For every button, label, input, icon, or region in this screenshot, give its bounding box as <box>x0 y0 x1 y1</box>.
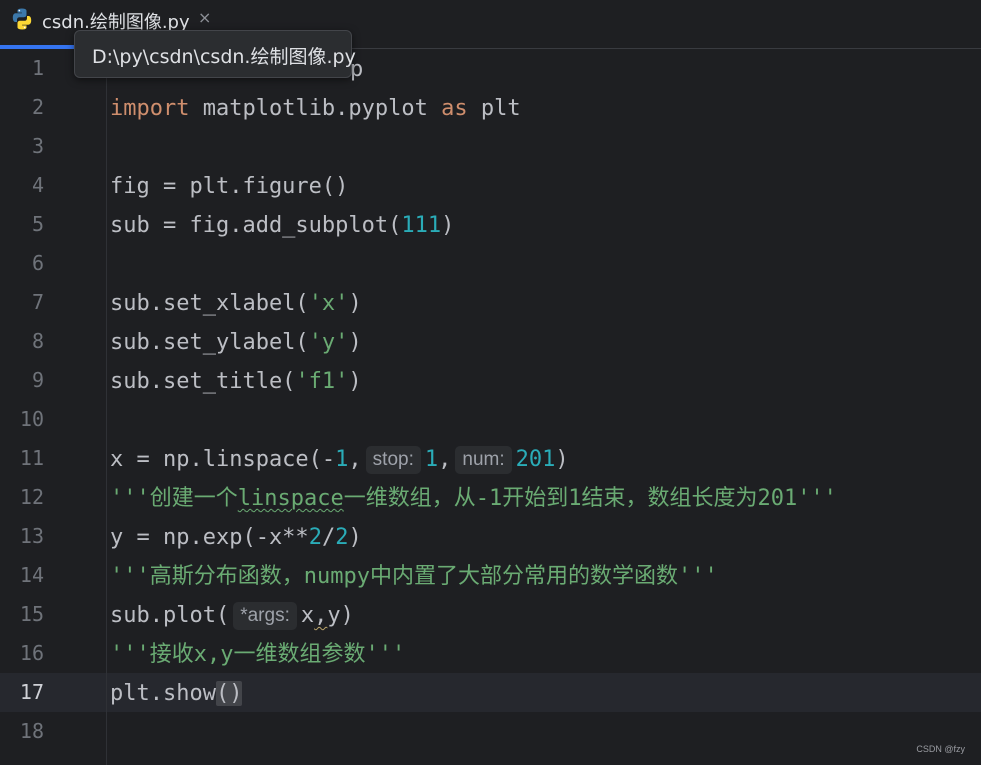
code-line-17[interactable]: plt.show() <box>110 678 243 710</box>
code-text: , <box>438 447 452 472</box>
code-text: ) <box>348 330 362 355</box>
parameter-hint-stop: stop: <box>365 446 421 474</box>
line-number: 4 <box>31 173 44 197</box>
python-file-icon <box>12 8 32 30</box>
line-number: 15 <box>19 602 44 626</box>
string-literal: 'x' <box>308 291 349 316</box>
number-literal: 2 <box>308 525 322 550</box>
code-text: x = np.linspace(- <box>110 447 336 472</box>
number-literal: 201 <box>515 447 556 472</box>
code-text: sub.set_title( <box>110 369 296 394</box>
line-number: 14 <box>19 563 44 587</box>
docstring-text: 一维数组，从-1开始到1结束，数组长度为201''' <box>343 486 837 511</box>
code-line-14[interactable]: '''高斯分布函数，numpy中内置了大部分常用的数学函数''' <box>110 561 718 593</box>
code-text: x <box>300 603 315 628</box>
line-number: 13 <box>19 524 44 548</box>
line-number: 7 <box>31 290 44 314</box>
code-text: plt <box>467 96 521 121</box>
line-number-gutter: 1 2 3 4 5 6 7 8 9 10 11 12 13 14 15 16 1… <box>0 49 100 765</box>
warning-squiggle: , <box>314 603 328 628</box>
close-icon[interactable]: × <box>198 8 211 27</box>
string-literal: 'y' <box>308 330 349 355</box>
code-text: plt.show <box>110 681 216 706</box>
number-literal: 111 <box>401 213 442 238</box>
code-text: sub.plot( <box>110 603 230 628</box>
docstring-text: '''高斯分布函数，numpy中内置了大部分常用的数学函数''' <box>110 564 718 589</box>
line-number: 8 <box>31 329 44 353</box>
keyword: as <box>441 96 468 121</box>
code-text: , <box>348 447 362 472</box>
file-path-tooltip: D:\py\csdn\csdn.绘制图像.py <box>74 30 356 78</box>
parameter-hint-num: num: <box>455 446 512 474</box>
line-number: 1 <box>31 56 44 80</box>
code-text: ) <box>348 525 362 550</box>
string-literal: 'f1' <box>295 369 349 394</box>
line-number: 11 <box>19 446 44 470</box>
line-number: 18 <box>19 719 44 743</box>
code-line-15[interactable]: sub.plot(*args: x,y) <box>110 600 354 632</box>
number-literal: 1 <box>335 447 349 472</box>
code-line-7[interactable]: sub.set_xlabel('x') <box>110 288 362 320</box>
code-text: sub.set_ylabel( <box>110 330 309 355</box>
typo-squiggle: linspace <box>237 486 344 511</box>
indent-guide <box>106 49 107 765</box>
code-line-11[interactable]: x = np.linspace(-1, stop: 1, num: 201) <box>110 444 569 476</box>
code-line-16[interactable]: '''接收x,y一维数组参数''' <box>110 639 405 671</box>
matched-parentheses: () <box>215 681 243 706</box>
code-text: / <box>321 525 336 550</box>
code-text: sub = fig.add_subplot( <box>110 213 402 238</box>
code-line-4[interactable]: fig = plt.figure() <box>110 171 348 203</box>
code-line-13[interactable]: y = np.exp(-x**2/2) <box>110 522 362 554</box>
watermark: CSDN @fzy <box>916 744 965 754</box>
docstring-text: '''接收x,y一维数组参数''' <box>110 642 406 667</box>
line-number: 9 <box>31 368 44 392</box>
line-number: 5 <box>31 212 44 236</box>
line-number: 2 <box>31 95 44 119</box>
code-text: ) <box>555 447 569 472</box>
code-line-12[interactable]: '''创建一个linspace一维数组，从-1开始到1结束，数组长度为201''… <box>110 483 837 515</box>
keyword: import <box>110 96 190 121</box>
code-text: sub.set_xlabel( <box>110 291 309 316</box>
code-text: ) <box>348 291 362 316</box>
tooltip-text: D:\py\csdn\csdn.绘制图像.py <box>92 46 356 68</box>
code-text: ) <box>348 369 362 394</box>
code-text: ) <box>441 213 455 238</box>
line-number: 10 <box>19 407 44 431</box>
parameter-hint-args: *args: <box>233 602 297 630</box>
code-line-9[interactable]: sub.set_title('f1') <box>110 366 362 398</box>
number-literal: 2 <box>335 525 349 550</box>
code-line-2[interactable]: import matplotlib.pyplot as plt <box>110 93 521 125</box>
current-line-number: 17 <box>19 680 44 704</box>
docstring-text: '''创建一个 <box>110 486 238 511</box>
code-text: matplotlib.pyplot <box>189 96 442 121</box>
line-number: 12 <box>19 485 44 509</box>
number-literal: 1 <box>424 447 439 472</box>
line-number: 3 <box>31 134 44 158</box>
code-line-8[interactable]: sub.set_ylabel('y') <box>110 327 362 359</box>
code-text: y) <box>327 603 354 628</box>
line-number: 16 <box>19 641 44 665</box>
line-number: 6 <box>31 251 44 275</box>
code-text: fig = plt.figure() <box>110 174 349 199</box>
code-line-5[interactable]: sub = fig.add_subplot(111) <box>110 210 454 242</box>
code-text: y = np.exp(-x** <box>110 525 309 550</box>
